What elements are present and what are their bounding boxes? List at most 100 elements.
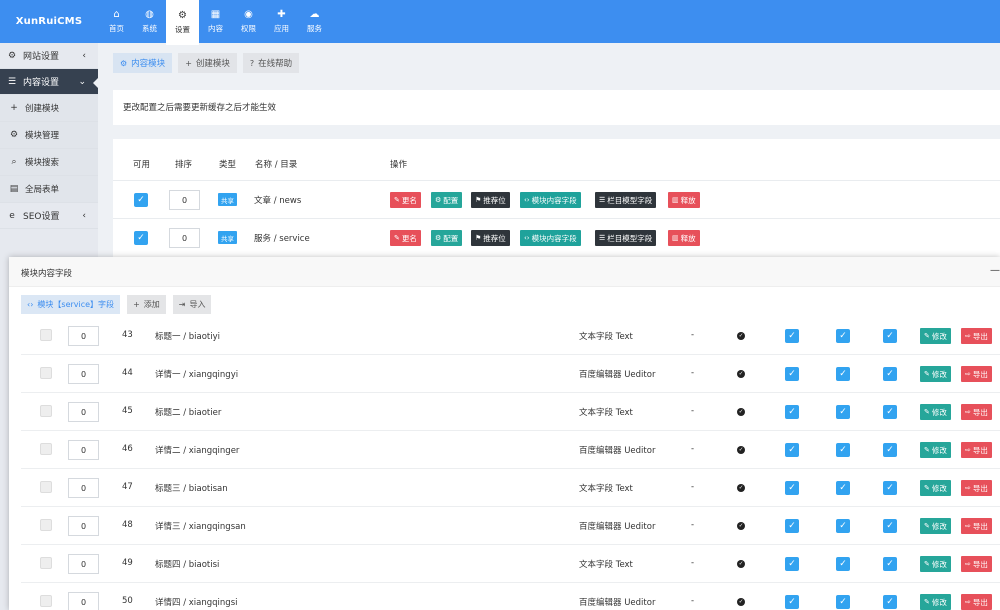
logo[interactable]: XunRuiCMS xyxy=(0,0,98,43)
order-input[interactable]: 0 xyxy=(68,554,99,574)
export-button[interactable]: ⇨ 导出 xyxy=(961,518,992,534)
toggle-checkbox-0[interactable]: ✓ xyxy=(785,557,799,571)
modal-tab-2[interactable]: ⇥ 导入 xyxy=(172,295,212,314)
nav-item-1[interactable]: ◍ 系统 xyxy=(133,0,166,43)
select-checkbox[interactable] xyxy=(40,367,52,379)
export-button[interactable]: ⇨ 导出 xyxy=(961,594,992,610)
toggle-checkbox-1[interactable]: ✓ xyxy=(836,329,850,343)
action-button-5[interactable]: ▥ 释放 xyxy=(668,192,700,208)
nav-item-0[interactable]: ⌂ 首页 xyxy=(100,0,133,43)
export-button[interactable]: ⇨ 导出 xyxy=(961,328,992,344)
edit-button[interactable]: ✎ 修改 xyxy=(920,328,951,344)
sidebar-item-1[interactable]: ☰ 内容设置 ⌄ xyxy=(0,69,98,95)
toggle-checkbox-1[interactable]: ✓ xyxy=(836,405,850,419)
sidebar-item-6[interactable]: e SEO设置 ‹ xyxy=(0,203,98,229)
toggle-checkbox-1[interactable]: ✓ xyxy=(836,557,850,571)
enabled-checkbox[interactable]: ✓ xyxy=(134,193,148,207)
select-checkbox[interactable] xyxy=(40,443,52,455)
toggle-checkbox-1[interactable]: ✓ xyxy=(836,519,850,533)
modal-tab-1[interactable]: + 添加 xyxy=(127,295,166,314)
export-button[interactable]: ⇨ 导出 xyxy=(961,480,992,496)
export-icon: ⇨ xyxy=(965,560,971,568)
export-button[interactable]: ⇨ 导出 xyxy=(961,442,992,458)
action-button-4[interactable]: ☰ 栏目模型字段 xyxy=(595,192,657,208)
toggle-checkbox-2[interactable]: ✓ xyxy=(883,519,897,533)
toggle-checkbox-2[interactable]: ✓ xyxy=(883,557,897,571)
action-button-1[interactable]: ⚙ 配置 xyxy=(431,230,463,246)
edit-button[interactable]: ✎ 修改 xyxy=(920,518,951,534)
toggle-checkbox-2[interactable]: ✓ xyxy=(883,367,897,381)
order-input[interactable]: 0 xyxy=(68,364,99,384)
sidebar-item-2[interactable]: + 创建模块 xyxy=(0,95,98,122)
sidebar-item-3[interactable]: ⚙ 模块管理 xyxy=(0,122,98,149)
order-input[interactable]: 0 xyxy=(68,326,99,346)
toggle-checkbox-2[interactable]: ✓ xyxy=(883,329,897,343)
sidebar-item-4[interactable]: ⌕ 模块搜索 xyxy=(0,149,98,176)
edit-button[interactable]: ✎ 修改 xyxy=(920,442,951,458)
select-checkbox[interactable] xyxy=(40,595,52,607)
toggle-checkbox-1[interactable]: ✓ xyxy=(836,595,850,609)
order-input[interactable]: 0 xyxy=(68,478,99,498)
edit-button[interactable]: ✎ 修改 xyxy=(920,366,951,382)
toggle-checkbox-1[interactable]: ✓ xyxy=(836,481,850,495)
action-button-4[interactable]: ☰ 栏目模型字段 xyxy=(595,230,657,246)
list-icon: ☰ xyxy=(7,76,17,87)
nav-item-5[interactable]: ✚ 应用 xyxy=(265,0,298,43)
select-checkbox[interactable] xyxy=(40,481,52,493)
field-id: 45 xyxy=(122,406,133,416)
action-button-2[interactable]: ⚑ 推荐位 xyxy=(471,192,510,208)
select-checkbox[interactable] xyxy=(40,329,52,341)
tab-1[interactable]: + 创建模块 xyxy=(178,53,237,73)
toggle-checkbox-1[interactable]: ✓ xyxy=(836,367,850,381)
toggle-checkbox-2[interactable]: ✓ xyxy=(883,481,897,495)
nav-item-3[interactable]: ▦ 内容 xyxy=(199,0,232,43)
edit-button[interactable]: ✎ 修改 xyxy=(920,556,951,572)
export-button[interactable]: ⇨ 导出 xyxy=(961,366,992,382)
type-badge: 共享 xyxy=(218,231,237,244)
select-checkbox[interactable] xyxy=(40,557,52,569)
action-button-0[interactable]: ✎ 更名 xyxy=(390,192,421,208)
export-button[interactable]: ⇨ 导出 xyxy=(961,404,992,420)
tab-2[interactable]: ? 在线帮助 xyxy=(242,53,300,73)
edit-button[interactable]: ✎ 修改 xyxy=(920,404,951,420)
action-button-5[interactable]: ▥ 释放 xyxy=(668,230,700,246)
toggle-checkbox-0[interactable]: ✓ xyxy=(785,329,799,343)
gear-icon: ⚙ xyxy=(435,234,442,242)
export-button[interactable]: ⇨ 导出 xyxy=(961,556,992,572)
order-input[interactable]: 0 xyxy=(169,190,200,210)
order-input[interactable]: 0 xyxy=(68,516,99,536)
sidebar-item-0[interactable]: ⚙ 网站设置 ‹ xyxy=(0,43,98,69)
modal-tab-0[interactable]: ‹› 模块【service】字段 xyxy=(21,295,121,314)
action-button-0[interactable]: ✎ 更名 xyxy=(390,230,421,246)
order-input[interactable]: 0 xyxy=(68,402,99,422)
action-button-2[interactable]: ⚑ 推荐位 xyxy=(471,230,510,246)
select-checkbox[interactable] xyxy=(40,519,52,531)
toggle-checkbox-0[interactable]: ✓ xyxy=(785,443,799,457)
edit-button[interactable]: ✎ 修改 xyxy=(920,480,951,496)
nav-item-4[interactable]: ◉ 权限 xyxy=(232,0,265,43)
toggle-checkbox-1[interactable]: ✓ xyxy=(836,443,850,457)
order-input[interactable]: 0 xyxy=(68,440,99,460)
action-button-1[interactable]: ⚙ 配置 xyxy=(431,192,463,208)
toggle-checkbox-0[interactable]: ✓ xyxy=(785,481,799,495)
action-label: 推荐位 xyxy=(483,195,506,205)
nav-item-6[interactable]: ☁ 服务 xyxy=(298,0,331,43)
toggle-checkbox-0[interactable]: ✓ xyxy=(785,595,799,609)
sidebar-item-5[interactable]: ▤ 全局表单 xyxy=(0,176,98,203)
nav-item-2[interactable]: ⚙ 设置 xyxy=(166,0,199,45)
toggle-checkbox-2[interactable]: ✓ xyxy=(883,405,897,419)
toggle-checkbox-2[interactable]: ✓ xyxy=(883,595,897,609)
toggle-checkbox-0[interactable]: ✓ xyxy=(785,367,799,381)
tab-0[interactable]: ⚙ 内容模块 xyxy=(113,53,173,73)
order-input[interactable]: 0 xyxy=(68,592,99,610)
enabled-checkbox[interactable]: ✓ xyxy=(134,231,148,245)
minimize-icon[interactable]: — xyxy=(990,265,1000,276)
edit-button[interactable]: ✎ 修改 xyxy=(920,594,951,610)
toggle-checkbox-0[interactable]: ✓ xyxy=(785,405,799,419)
select-checkbox[interactable] xyxy=(40,405,52,417)
toggle-checkbox-2[interactable]: ✓ xyxy=(883,443,897,457)
toggle-checkbox-0[interactable]: ✓ xyxy=(785,519,799,533)
action-button-3[interactable]: ‹› 模块内容字段 xyxy=(520,192,581,208)
action-button-3[interactable]: ‹› 模块内容字段 xyxy=(520,230,581,246)
order-input[interactable]: 0 xyxy=(169,228,200,248)
